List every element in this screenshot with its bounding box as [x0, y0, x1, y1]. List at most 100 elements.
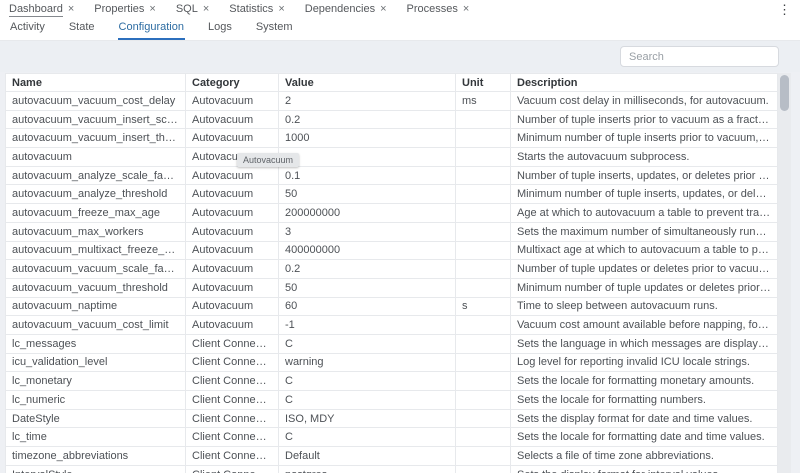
cell-description[interactable]: Minimum number of tuple updates or delet…: [511, 278, 778, 297]
cell-name[interactable]: autovacuum_vacuum_scale_factor: [6, 260, 186, 279]
cell-description[interactable]: Vacuum cost delay in milliseconds, for a…: [511, 92, 778, 111]
cell-value[interactable]: 200000000: [279, 204, 456, 223]
cell-value[interactable]: C: [279, 372, 456, 391]
table-row[interactable]: autovacuum_vacuum_threshold Autovacuum 5…: [6, 278, 778, 297]
cell-value[interactable]: postgres: [279, 465, 456, 473]
vertical-scrollbar[interactable]: [778, 73, 791, 473]
main-tab[interactable]: Dependencies ×: [305, 3, 387, 16]
table-row[interactable]: autovacuum_analyze_threshold Autovacuum …: [6, 185, 778, 204]
cell-value[interactable]: 50: [279, 278, 456, 297]
cell-value[interactable]: 1000: [279, 129, 456, 148]
table-row[interactable]: autovacuum_freeze_max_age Autovacuum 200…: [6, 204, 778, 223]
column-header-unit[interactable]: Unit: [456, 74, 511, 92]
main-tab[interactable]: Processes ×: [407, 3, 470, 16]
table-row[interactable]: autovacuum_max_workers Autovacuum 3 Sets…: [6, 222, 778, 241]
cell-unit[interactable]: [456, 260, 511, 279]
cell-category[interactable]: Autovacuum: [186, 297, 279, 316]
cell-category[interactable]: Autovacuum: [186, 185, 279, 204]
column-header-description[interactable]: Description: [511, 74, 778, 92]
cell-description[interactable]: Age at which to autovacuum a table to pr…: [511, 204, 778, 223]
close-icon[interactable]: ×: [463, 4, 469, 15]
cell-category[interactable]: Client Connection Defaults: [186, 465, 279, 473]
table-row[interactable]: timezone_abbreviations Client Connection…: [6, 447, 778, 466]
cell-unit[interactable]: [456, 316, 511, 335]
cell-description[interactable]: Sets the display format for date and tim…: [511, 409, 778, 428]
cell-name[interactable]: autovacuum_max_workers: [6, 222, 186, 241]
cell-unit[interactable]: [456, 222, 511, 241]
cell-unit[interactable]: [456, 465, 511, 473]
cell-value[interactable]: 0.1: [279, 166, 456, 185]
table-row[interactable]: icu_validation_level Client Connection D…: [6, 353, 778, 372]
cell-category[interactable]: Autovacuum: [186, 92, 279, 111]
cell-description[interactable]: Starts the autovacuum subprocess.: [511, 148, 778, 167]
cell-category[interactable]: Client Connection Defaults: [186, 409, 279, 428]
main-tab[interactable]: Statistics ×: [229, 3, 284, 16]
cell-name[interactable]: autovacuum: [6, 148, 186, 167]
cell-category[interactable]: Client Connection Defaults: [186, 447, 279, 466]
subtab[interactable]: Logs: [207, 21, 233, 40]
table-row[interactable]: autovacuum Autovacuum on Starts the auto…: [6, 148, 778, 167]
table-row[interactable]: lc_numeric Client Connection Defaults C …: [6, 391, 778, 410]
cell-description[interactable]: Sets the locale for formatting monetary …: [511, 372, 778, 391]
close-icon[interactable]: ×: [149, 4, 155, 15]
cell-unit[interactable]: [456, 409, 511, 428]
cell-value[interactable]: Default: [279, 447, 456, 466]
cell-description[interactable]: Number of tuple updates or deletes prior…: [511, 260, 778, 279]
cell-unit[interactable]: s: [456, 297, 511, 316]
cell-unit[interactable]: ms: [456, 92, 511, 111]
cell-category[interactable]: Autovacuum: [186, 222, 279, 241]
cell-category[interactable]: Autovacuum: [186, 260, 279, 279]
cell-name[interactable]: autovacuum_vacuum_insert_threshold: [6, 129, 186, 148]
cell-description[interactable]: Number of tuple inserts prior to vacuum …: [511, 110, 778, 129]
cell-value[interactable]: C: [279, 391, 456, 410]
table-row[interactable]: autovacuum_naptime Autovacuum 60 s Time …: [6, 297, 778, 316]
column-header-category[interactable]: Category: [186, 74, 279, 92]
cell-value[interactable]: ISO, MDY: [279, 409, 456, 428]
cell-category[interactable]: Autovacuum: [186, 204, 279, 223]
cell-category[interactable]: Client Connection Defaults: [186, 428, 279, 447]
cell-value[interactable]: -1: [279, 316, 456, 335]
cell-unit[interactable]: [456, 278, 511, 297]
close-icon[interactable]: ×: [380, 4, 386, 15]
main-tab[interactable]: SQL ×: [176, 3, 209, 16]
close-icon[interactable]: ×: [68, 4, 74, 15]
subtab[interactable]: Activity: [9, 21, 46, 40]
cell-category[interactable]: Autovacuum: [186, 129, 279, 148]
subtab[interactable]: State: [68, 21, 96, 40]
cell-unit[interactable]: [456, 334, 511, 353]
cell-unit[interactable]: [456, 372, 511, 391]
cell-name[interactable]: autovacuum_freeze_max_age: [6, 204, 186, 223]
cell-name[interactable]: icu_validation_level: [6, 353, 186, 372]
cell-unit[interactable]: [456, 129, 511, 148]
cell-category[interactable]: Autovacuum: [186, 278, 279, 297]
cell-unit[interactable]: [456, 204, 511, 223]
cell-category[interactable]: Client Connection Defaults: [186, 334, 279, 353]
cell-category[interactable]: Autovacuum: [186, 316, 279, 335]
search-input[interactable]: [620, 46, 779, 67]
cell-value[interactable]: warning: [279, 353, 456, 372]
cell-name[interactable]: autovacuum_analyze_scale_factor: [6, 166, 186, 185]
table-row[interactable]: autovacuum_vacuum_cost_delay Autovacuum …: [6, 92, 778, 111]
subtab[interactable]: System: [255, 21, 294, 40]
cell-value[interactable]: 50: [279, 185, 456, 204]
cell-value[interactable]: on: [279, 148, 456, 167]
cell-description[interactable]: Sets the locale for formatting numbers.: [511, 391, 778, 410]
cell-category[interactable]: Client Connection Defaults: [186, 353, 279, 372]
cell-unit[interactable]: [456, 447, 511, 466]
cell-value[interactable]: 3: [279, 222, 456, 241]
cell-description[interactable]: Sets the locale for formatting date and …: [511, 428, 778, 447]
cell-name[interactable]: lc_messages: [6, 334, 186, 353]
cell-category[interactable]: Autovacuum: [186, 110, 279, 129]
cell-description[interactable]: Minimum number of tuple inserts, updates…: [511, 185, 778, 204]
table-row[interactable]: DateStyle Client Connection Defaults ISO…: [6, 409, 778, 428]
cell-unit[interactable]: [456, 185, 511, 204]
cell-category[interactable]: Autovacuum: [186, 166, 279, 185]
cell-name[interactable]: autovacuum_vacuum_cost_delay: [6, 92, 186, 111]
scrollbar-thumb[interactable]: [780, 75, 789, 111]
cell-unit[interactable]: [456, 241, 511, 260]
cell-unit[interactable]: [456, 428, 511, 447]
subtab[interactable]: Configuration: [118, 21, 185, 40]
cell-value[interactable]: C: [279, 428, 456, 447]
cell-category[interactable]: Autovacuum: [186, 241, 279, 260]
cell-value[interactable]: 60: [279, 297, 456, 316]
